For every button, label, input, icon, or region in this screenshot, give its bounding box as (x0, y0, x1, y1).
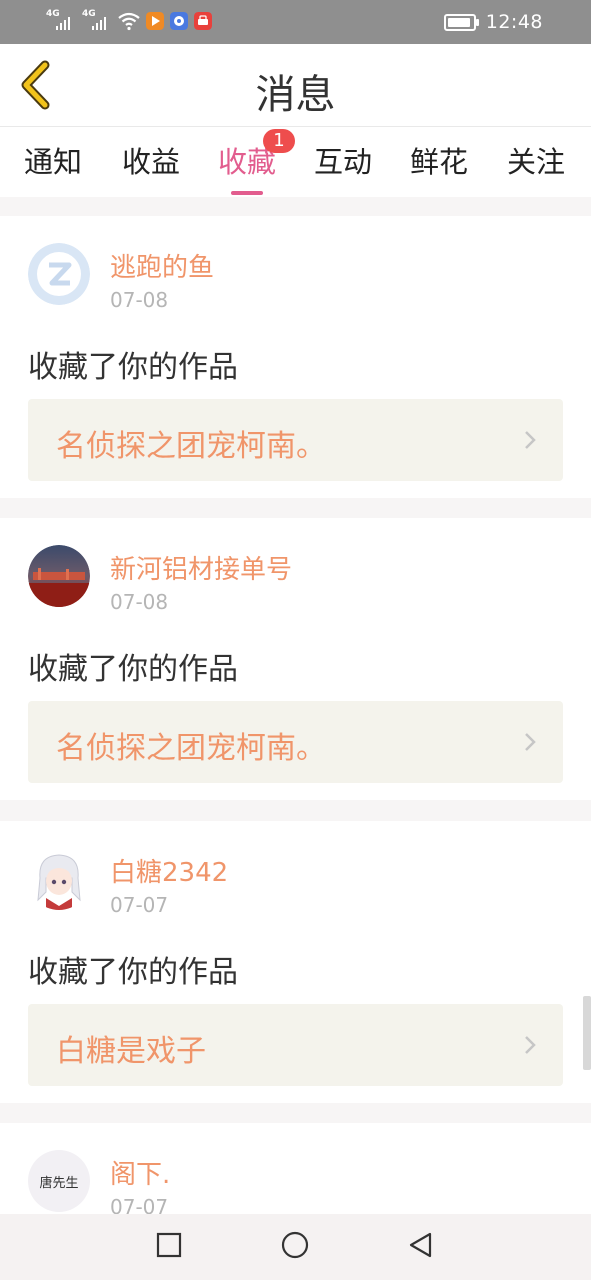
tab-notifications[interactable]: 通知 (8, 139, 98, 181)
tab-earnings[interactable]: 收益 (106, 139, 196, 181)
work-link[interactable]: 名侦探之团宠柯南。 (28, 399, 563, 481)
clock: 12:48 (485, 11, 543, 33)
anime-avatar[interactable] (28, 848, 90, 910)
music-app-icon (170, 12, 188, 30)
photo-avatar[interactable] (28, 545, 90, 607)
tab-flowers[interactable]: 鲜花 (394, 139, 484, 181)
tab-label: 关注 (506, 145, 565, 179)
home-icon[interactable] (280, 1230, 310, 1260)
work-link[interactable]: 白糖是戏子 (28, 1004, 563, 1086)
message-card: 白糖2342 07-07 收藏了你的作品 白糖是戏子 (0, 821, 591, 1103)
action-text: 收藏了你的作品 (28, 652, 238, 687)
system-nav-bar (0, 1214, 591, 1280)
work-title: 名侦探之团宠柯南。 (56, 429, 326, 464)
message-card: 新河铝材接单号 07-08 收藏了你的作品 名侦探之团宠柯南。 (0, 518, 591, 800)
message-date: 07-07 (110, 1195, 169, 1214)
tab-interactions[interactable]: 互动 (298, 139, 388, 181)
scrollbar-thumb[interactable] (583, 996, 591, 1070)
title-bar: 消息 (0, 44, 591, 127)
username[interactable]: 白糖2342 (110, 852, 228, 889)
chevron-right-icon (525, 431, 536, 449)
message-date: 07-07 (110, 893, 169, 917)
tab-bar: 通知 收益 收藏 1 互动 鲜花 关注 (0, 127, 591, 197)
action-text: 收藏了你的作品 (28, 955, 238, 990)
page-title: 消息 (255, 72, 336, 118)
tab-favorites[interactable]: 收藏 1 (202, 129, 295, 195)
shop-app-icon (194, 12, 212, 30)
username[interactable]: 新河铝材接单号 (110, 549, 292, 586)
signal-icon: 4G (46, 10, 76, 32)
default-avatar-icon[interactable] (28, 243, 90, 305)
work-link[interactable]: 名侦探之团宠柯南。 (28, 701, 563, 783)
signal-icon: 4G (82, 10, 112, 32)
active-tab-indicator (231, 191, 263, 195)
tab-label: 鲜花 (409, 145, 468, 179)
work-title: 白糖是戏子 (56, 1034, 206, 1069)
text-avatar[interactable]: 唐先生 (28, 1150, 90, 1212)
avatar-text: 唐先生 (39, 1175, 79, 1191)
tab-label: 收益 (121, 145, 180, 179)
tab-follows[interactable]: 关注 (491, 139, 581, 181)
unread-badge: 1 (263, 129, 295, 153)
message-date: 07-08 (110, 288, 169, 312)
message-card: 唐先生 阁下. 07-07 (0, 1123, 591, 1214)
back-icon[interactable] (406, 1230, 436, 1260)
message-date: 07-08 (110, 590, 169, 614)
username[interactable]: 逃跑的鱼 (110, 247, 214, 284)
action-text: 收藏了你的作品 (28, 350, 238, 385)
wifi-icon (118, 12, 140, 31)
tab-label: 通知 (23, 145, 82, 179)
work-title: 名侦探之团宠柯南。 (56, 731, 326, 766)
chevron-right-icon (525, 733, 536, 751)
chevron-right-icon (525, 1036, 536, 1054)
message-card: 逃跑的鱼 07-08 收藏了你的作品 名侦探之团宠柯南。 (0, 216, 591, 498)
username[interactable]: 阁下. (110, 1154, 170, 1191)
status-bar: 4G 4G 12:48 (0, 0, 591, 44)
recent-apps-icon[interactable] (154, 1230, 184, 1260)
tab-label: 互动 (313, 145, 372, 179)
video-app-icon (146, 12, 164, 30)
battery-icon (443, 13, 479, 31)
